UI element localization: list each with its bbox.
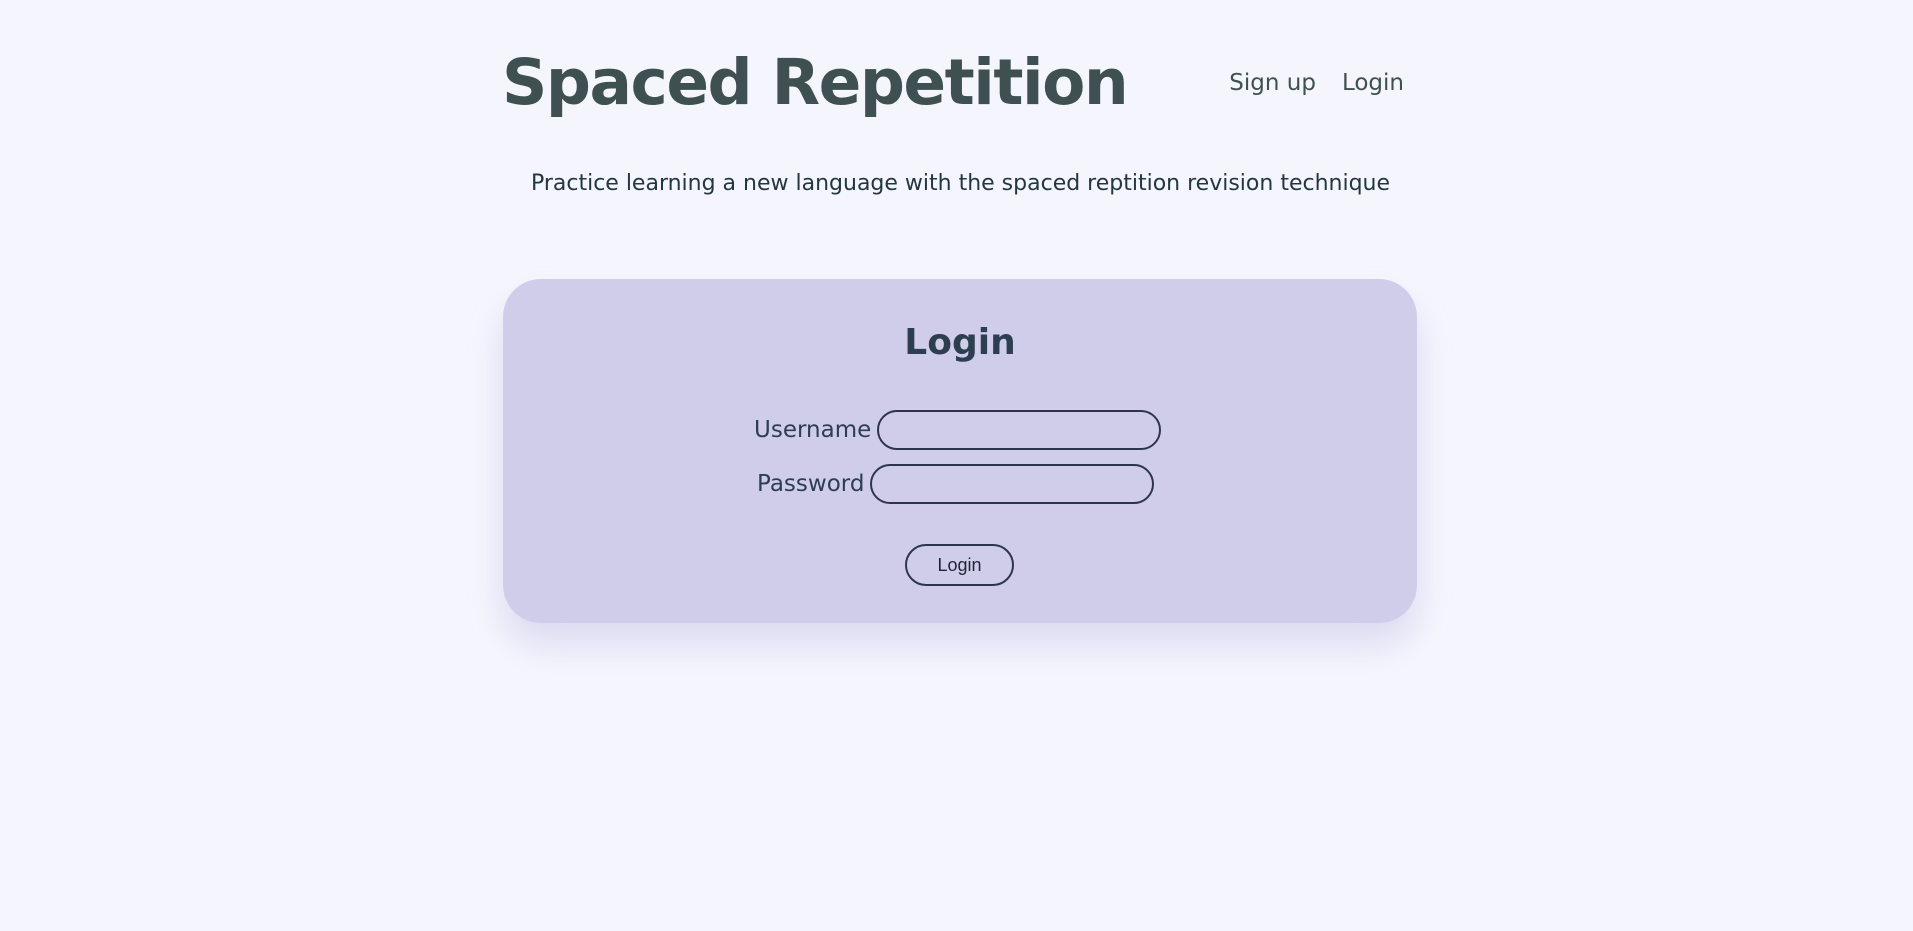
app-title: Spaced Repetition [502, 46, 1129, 119]
page-subtitle: Practice learning a new language with th… [530, 171, 1391, 196]
login-link[interactable]: Login [1342, 70, 1404, 96]
password-row: Password [757, 464, 1155, 504]
username-label: Username [754, 417, 872, 443]
password-input[interactable] [870, 464, 1155, 504]
username-row: Username [754, 410, 1162, 450]
top-nav: Sign up Login [1229, 70, 1404, 96]
login-submit-button[interactable]: Login [905, 544, 1014, 586]
login-card: Login Username Password Login [503, 279, 1417, 623]
username-input[interactable] [877, 410, 1162, 450]
password-label: Password [757, 471, 865, 497]
login-form-title: Login [904, 322, 1016, 363]
signup-link[interactable]: Sign up [1229, 70, 1316, 96]
site-header: Spaced Repetition Sign up Login [502, 40, 1404, 130]
